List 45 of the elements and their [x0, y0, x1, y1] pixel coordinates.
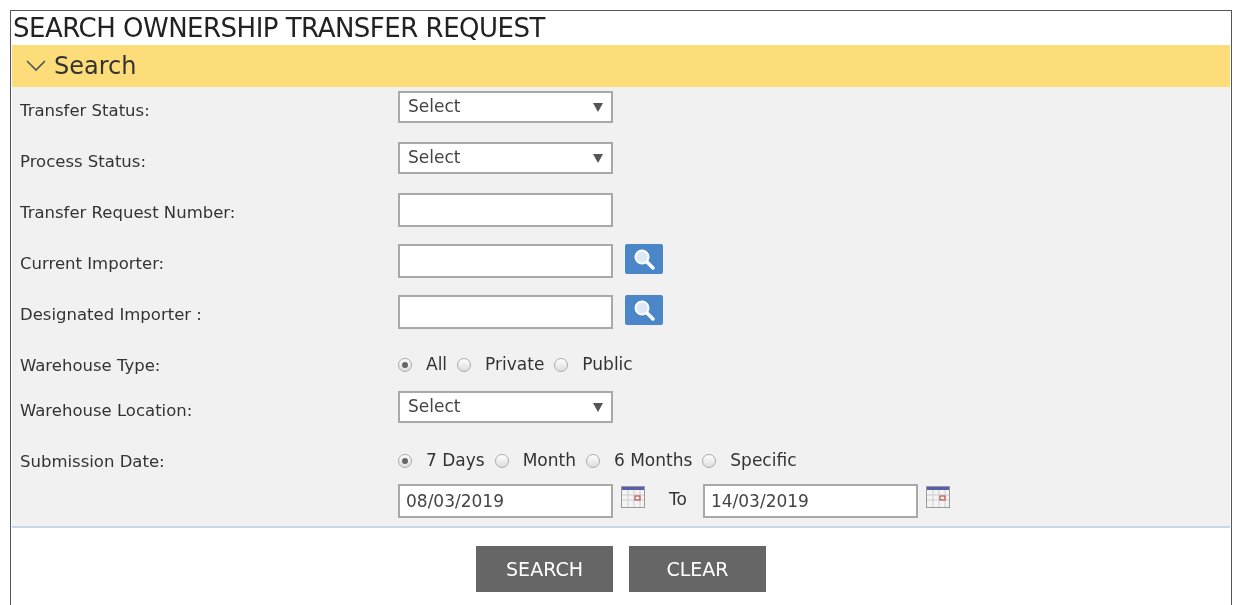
- search-button[interactable]: SEARCH: [476, 546, 613, 592]
- search-icon: [632, 298, 656, 322]
- dropdown[interactable]: Select: [398, 391, 613, 423]
- radio-button[interactable]: [494, 453, 509, 468]
- radio-label: Public: [582, 353, 633, 376]
- date-field[interactable]: 14/03/2019: [702, 484, 918, 518]
- search-icon: [632, 247, 656, 271]
- search-button[interactable]: [625, 244, 663, 274]
- dropdown[interactable]: Select: [398, 142, 613, 174]
- radio-label: 6 Months: [613, 449, 693, 472]
- radio-button[interactable]: [398, 453, 412, 468]
- radio-label: Month: [522, 449, 576, 472]
- caret-icon: [593, 402, 603, 412]
- field-label: Transfer Request Number:: [20, 203, 236, 222]
- to-label: To: [668, 488, 688, 511]
- dropdown[interactable]: Select: [398, 91, 613, 123]
- field-label: Current Importer:: [20, 254, 165, 273]
- radio-button[interactable]: [702, 453, 717, 468]
- field-label: Warehouse Location:: [20, 401, 193, 420]
- radio-button[interactable]: [398, 357, 412, 372]
- radio-label: Specific: [730, 449, 797, 472]
- radio-label: 7 Days: [426, 449, 485, 472]
- search-button[interactable]: [625, 295, 663, 325]
- field-label: Designated Importer :: [20, 305, 202, 324]
- section-title: Search: [54, 51, 137, 82]
- section-header[interactable]: Search: [12, 45, 1230, 87]
- clear-button[interactable]: CLEAR: [629, 546, 766, 592]
- field-label: Process Status:: [20, 152, 146, 171]
- field-label: Warehouse Type:: [20, 356, 161, 375]
- date-field[interactable]: 08/03/2019: [398, 484, 613, 518]
- field-label: Transfer Status:: [20, 101, 150, 120]
- radio-label: All: [426, 353, 448, 376]
- radio-button[interactable]: [554, 357, 569, 372]
- radio-button[interactable]: [457, 357, 472, 372]
- input-field[interactable]: [398, 193, 613, 227]
- calendar-icon[interactable]: [925, 486, 950, 508]
- field-label: Submission Date:: [20, 452, 165, 471]
- calendar-icon[interactable]: [621, 486, 645, 508]
- input-field[interactable]: [398, 244, 613, 278]
- radio-button[interactable]: [585, 453, 600, 468]
- radio-label: Private: [485, 353, 545, 376]
- page-title: SEARCH OWNERSHIP TRANSFER REQUEST: [12, 12, 547, 45]
- input-field[interactable]: [398, 295, 613, 329]
- caret-icon: [593, 102, 603, 112]
- caret-icon: [593, 153, 603, 163]
